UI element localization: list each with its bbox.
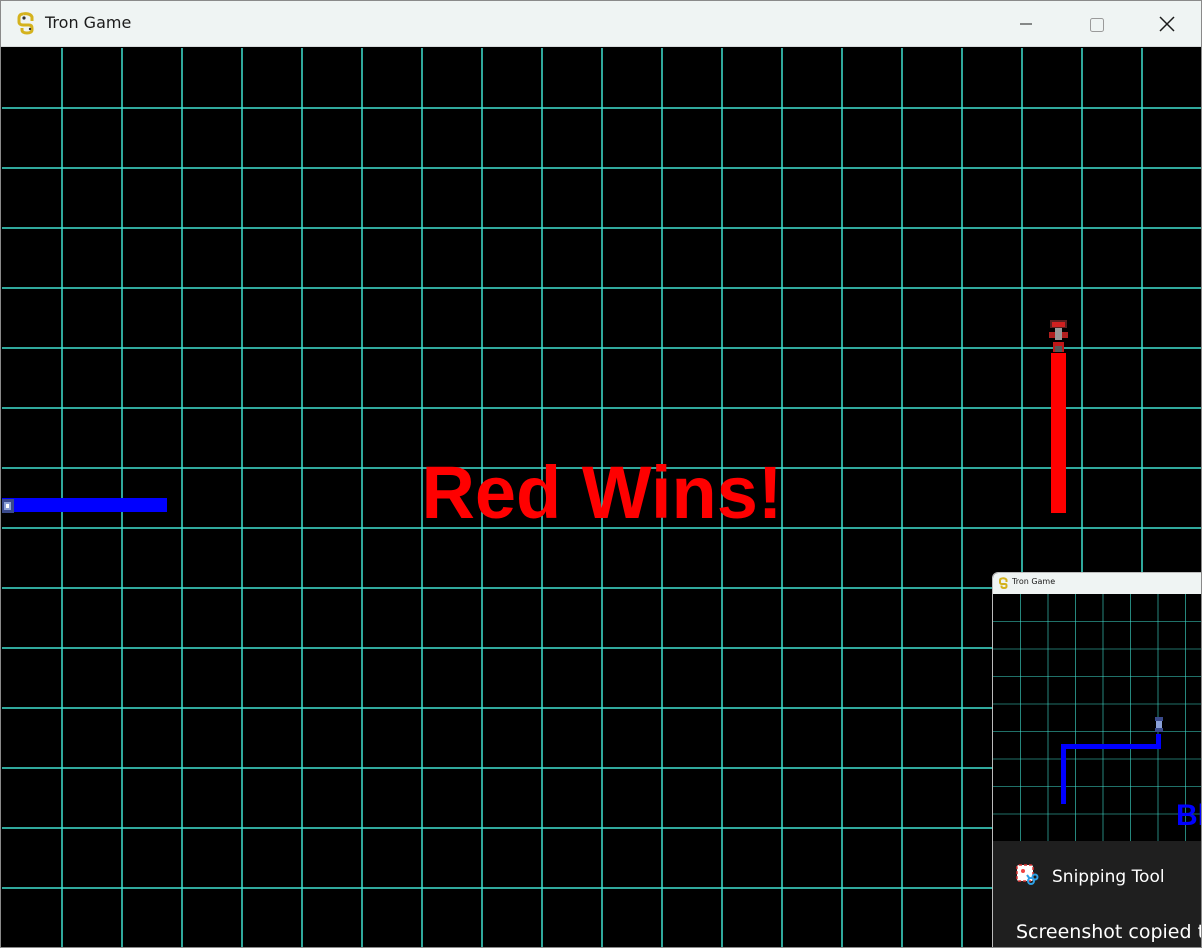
minimize-button[interactable] bbox=[991, 1, 1061, 47]
screenshot-preview[interactable]: Tron Game Bl bbox=[992, 572, 1202, 947]
close-icon bbox=[1159, 16, 1175, 32]
maximize-button[interactable] bbox=[1061, 1, 1131, 47]
tron-game-window: Tron Game Red Wins! Tron Game B Snipping… bbox=[0, 0, 1202, 948]
notification-message: Screenshot copied to bbox=[1016, 921, 1202, 943]
snipping-tool-icon bbox=[1016, 864, 1039, 885]
snipping-tool-notification[interactable]: Snipping Tool Screenshot copied to bbox=[993, 841, 1202, 947]
minimize-icon bbox=[1020, 23, 1032, 25]
title-bar[interactable]: Tron Game bbox=[1, 1, 1201, 47]
maximize-icon bbox=[1090, 18, 1104, 32]
preview-title-bar: Tron Game bbox=[993, 573, 1201, 594]
preview-winner-text: Bl bbox=[1176, 799, 1201, 832]
preview-canvas: Bl bbox=[993, 594, 1201, 846]
close-button[interactable] bbox=[1132, 1, 1201, 47]
window-title: Tron Game bbox=[45, 13, 132, 32]
preview-window-title: Tron Game bbox=[1012, 577, 1056, 586]
python-snake-icon bbox=[17, 12, 34, 35]
winner-text: Red Wins! bbox=[421, 451, 783, 534]
preview-grid bbox=[993, 594, 1201, 846]
python-snake-icon bbox=[999, 577, 1008, 589]
notification-app-name: Snipping Tool bbox=[1052, 867, 1165, 887]
